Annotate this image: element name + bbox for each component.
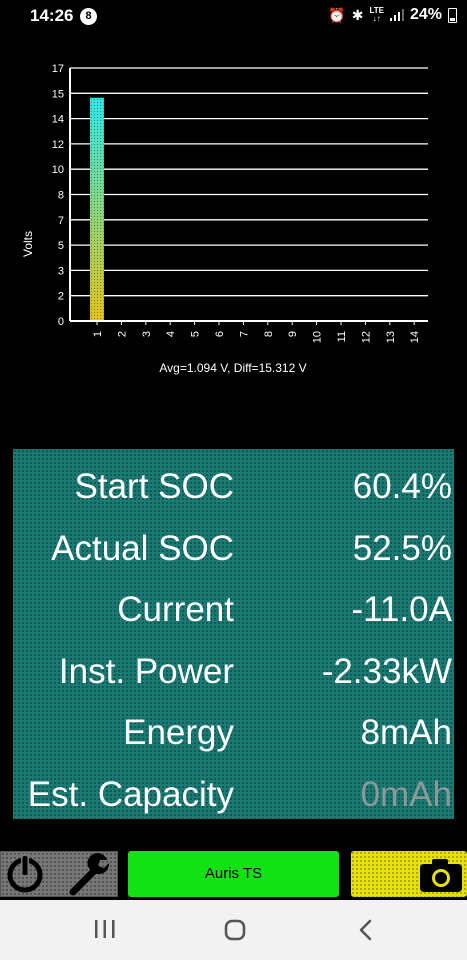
y-axis-label: Volts [21, 231, 35, 257]
x-tick-label: 13 [385, 331, 397, 343]
y-tick-label: 17 [52, 63, 64, 75]
recent-apps-icon[interactable] [93, 918, 117, 940]
network-type: LTE ↓↑ [369, 6, 384, 23]
y-tick-label: 8 [58, 190, 64, 202]
camera-icon [420, 859, 462, 892]
back-icon[interactable] [356, 918, 376, 942]
info-row: Inst. Power -2.33kW [13, 642, 454, 704]
y-tick-label: 14 [52, 114, 64, 126]
android-nav-bar [0, 900, 467, 960]
x-tick-label: 3 [141, 331, 153, 337]
x-tick-label: 9 [287, 331, 299, 337]
info-row: Energy 8mAh [13, 703, 454, 765]
info-value: 60.4% [352, 467, 452, 506]
info-value: -2.33kW [321, 651, 452, 691]
voltage-chart: 02357810121415171 2 3 4 5 6 7 8 9 10 11 12 13 14 Volt… [21, 63, 428, 375]
signal-icon [389, 9, 404, 21]
x-tick-label: 2 [116, 331, 128, 337]
y-tick-label: 3 [58, 265, 64, 277]
voltage-bar-texture [90, 97, 104, 321]
y-tick-label: 15 [52, 88, 64, 100]
info-label: Actual SOC [51, 528, 234, 568]
x-tick-label: 1 [92, 331, 104, 337]
x-tick-label: 10 [312, 331, 324, 343]
x-tick-label: 5 [190, 331, 202, 337]
tools-button-group [0, 851, 118, 897]
wrench-icon[interactable] [65, 852, 115, 896]
info-row: Start SOC 60.4% [13, 457, 454, 519]
status-time: 14:26 [30, 6, 74, 25]
y-tick-label: 7 [58, 215, 64, 227]
status-bar: 14:26 8 ⏰ ✱ LTE ↓↑ 24% [0, 0, 467, 32]
battery-info-panel: Start SOC 60.4% Actual SOC 52.5% Current -11.… [13, 449, 454, 819]
x-tick-label: 6 [214, 331, 226, 337]
info-row: Current -11.0A [13, 580, 454, 642]
info-value: 8mAh [360, 713, 452, 752]
camera-button[interactable] [351, 851, 467, 897]
info-value: 0mAh [360, 774, 452, 814]
info-label: Est. Capacity [27, 774, 234, 814]
x-axis-summary: Avg=1.094 V, Diff=15.312 V [159, 361, 306, 375]
battery-icon [448, 7, 457, 23]
status-icons: ⏰ ✱ LTE ↓↑ 24% [328, 6, 457, 24]
info-label: Start SOC [74, 467, 234, 506]
info-label: Inst. Power [58, 651, 234, 691]
x-tick-label: 12 [360, 331, 372, 343]
y-tick-label: 2 [58, 291, 64, 303]
y-tick-label: 12 [52, 139, 64, 151]
bottom-toolbar: Auris TS [0, 849, 467, 899]
power-icon[interactable] [3, 852, 47, 896]
y-tick-label: 5 [58, 240, 64, 252]
info-value: -11.0A [351, 590, 452, 629]
info-row: Est. Capacity 0mAh [13, 765, 454, 827]
info-label: Current [117, 590, 234, 629]
home-icon[interactable] [223, 918, 247, 942]
y-tick-label: 0 [58, 316, 64, 328]
alarm-icon: ⏰ [328, 6, 346, 23]
x-tick-label: 7 [238, 331, 250, 337]
notification-badge: 8 [80, 8, 97, 25]
info-value: 52.5% [352, 528, 452, 568]
x-tick-label: 11 [336, 331, 348, 342]
x-tick-label: 4 [165, 331, 177, 337]
y-tick-label: 10 [52, 164, 64, 176]
battery-percent: 24% [409, 6, 442, 23]
device-name-button[interactable]: Auris TS [128, 851, 339, 897]
info-label: Energy [123, 713, 234, 752]
x-tick-label: 14 [409, 331, 421, 343]
x-tick-label: 8 [263, 331, 275, 337]
info-row: Actual SOC 52.5% [13, 519, 454, 581]
bluetooth-icon: ✱ [351, 6, 364, 23]
